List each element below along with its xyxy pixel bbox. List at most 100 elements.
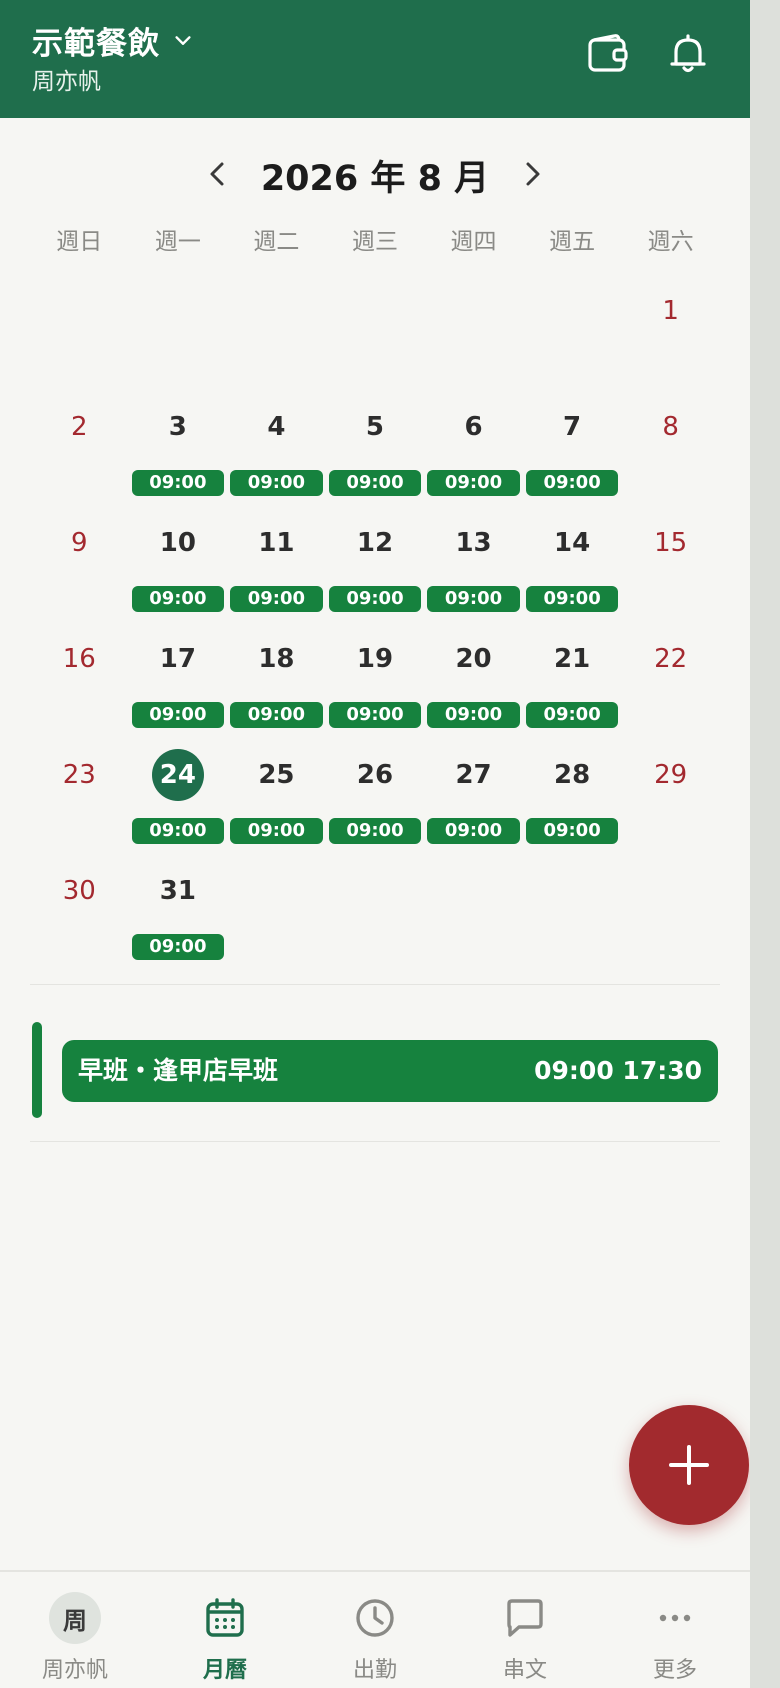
shift-chip[interactable]: 09:00 (131, 818, 225, 844)
calendar-day-cell[interactable]: 2 (30, 378, 129, 494)
day-number: 14 (554, 528, 591, 558)
calendar-day-cell[interactable]: 6 09:00 (424, 378, 523, 496)
calendar-empty-cell (523, 262, 622, 378)
add-button[interactable] (629, 1405, 749, 1525)
shift-chip[interactable]: 09:00 (328, 818, 422, 844)
day-number: 1 (662, 296, 679, 326)
calendar-day-cell[interactable]: 16 (30, 610, 129, 726)
day-number: 17 (159, 644, 196, 674)
calendar-day-cell[interactable]: 20 09:00 (424, 610, 523, 728)
calendar-day-cell[interactable]: 10 09:00 (129, 494, 228, 612)
day-number: 6 (464, 412, 483, 442)
day-number: 21 (554, 644, 591, 674)
shift-name: 早班・逢甲店早班 (78, 1056, 279, 1085)
day-number: 20 (455, 644, 492, 674)
day-number: 5 (365, 412, 385, 442)
calendar-day-cell[interactable]: 27 09:00 (424, 726, 523, 844)
tab-label: 出勤 (352, 1658, 397, 1683)
shift-chip[interactable]: 09:00 (131, 934, 225, 960)
calendar-day-cell[interactable]: 26 09:00 (326, 726, 425, 844)
shift-chip[interactable]: 09:00 (230, 818, 323, 844)
calendar-empty-cell (621, 842, 720, 958)
calendar-day-cell[interactable]: 11 09:00 (227, 494, 326, 612)
calendar-day-cell[interactable]: 5 09:00 (326, 378, 425, 496)
calendar-day-cell[interactable]: 13 09:00 (424, 494, 523, 612)
calendar-empty-cell (227, 262, 326, 378)
tab-attendance[interactable]: 出勤 (300, 1572, 450, 1688)
calendar-empty-cell (129, 262, 228, 378)
shift-chip[interactable]: 09:00 (525, 702, 619, 728)
day-number: 26 (356, 760, 394, 790)
day-number: 11 (258, 528, 295, 558)
calendar-grid: 1 2 3 09:00 4 09:00 5 09:00 6 09:00 7 09:00 8 9 10 09:0… (30, 262, 720, 960)
shift-chip[interactable]: 09:00 (230, 470, 323, 496)
calendar-day-cell[interactable]: 19 09:00 (326, 610, 425, 728)
shift-chip[interactable]: 09:00 (328, 470, 422, 496)
calendar-day-cell[interactable]: 4 09:00 (227, 378, 326, 496)
calendar-day-cell[interactable]: 3 09:00 (129, 378, 228, 496)
weekday-label: 週一 (154, 229, 201, 255)
day-number: 25 (258, 760, 295, 790)
bottom-nav: 周 周亦帆 月曆 出勤 串文 更多 (0, 1570, 750, 1688)
calendar-day-cell[interactable]: 9 (30, 494, 129, 610)
shift-chip[interactable]: 09:00 (427, 702, 520, 728)
user-name: 周亦帆 (32, 69, 101, 95)
calendar-day-cell[interactable]: 1 (621, 262, 720, 378)
calendar-empty-cell (326, 842, 425, 958)
shift-chip[interactable]: 09:00 (427, 470, 520, 496)
chat-icon (499, 1592, 551, 1644)
calendar-day-cell[interactable]: 23 (30, 726, 129, 842)
calendar-day-cell[interactable]: 25 09:00 (227, 726, 326, 844)
shift-chip[interactable]: 09:00 (427, 818, 520, 844)
shift-chip[interactable]: 09:00 (328, 702, 422, 728)
tab-calendar[interactable]: 月曆 (150, 1572, 300, 1688)
shift-chip[interactable]: 09:00 (328, 586, 422, 612)
bell-icon[interactable] (664, 30, 712, 78)
org-switcher[interactable]: 示範餐飲 (32, 18, 194, 63)
day-number: 27 (455, 760, 492, 790)
clock-icon (349, 1592, 401, 1644)
calendar-day-cell[interactable]: 8 (621, 378, 720, 494)
calendar-day-cell[interactable]: 24 09:00 (129, 726, 228, 844)
day-number: 12 (356, 528, 394, 558)
tab-posts[interactable]: 串文 (450, 1572, 600, 1688)
calendar-day-cell[interactable]: 7 09:00 (523, 378, 622, 496)
shift-chip[interactable]: 09:00 (230, 702, 323, 728)
calendar-day-cell[interactable]: 18 09:00 (227, 610, 326, 728)
shift-chip[interactable]: 09:00 (525, 586, 619, 612)
day-number: 18 (258, 644, 295, 674)
wallet-icon[interactable] (584, 30, 632, 78)
weekday-label: 週三 (351, 229, 398, 255)
calendar-day-cell[interactable]: 15 (621, 494, 720, 610)
calendar-day-cell[interactable]: 14 09:00 (523, 494, 622, 612)
calendar-day-cell[interactable]: 28 09:00 (523, 726, 622, 844)
chevron-down-icon (172, 30, 194, 52)
calendar-day-cell[interactable]: 21 09:00 (523, 610, 622, 728)
shift-chip[interactable]: 09:00 (525, 470, 619, 496)
calendar-day-cell[interactable]: 22 (621, 610, 720, 726)
calendar-day-cell[interactable]: 30 (30, 842, 129, 958)
shift-chip[interactable]: 09:00 (525, 818, 619, 844)
day-number: 16 (62, 644, 96, 674)
calendar-day-cell[interactable]: 12 09:00 (326, 494, 425, 612)
day-number: 7 (563, 412, 582, 442)
app-screen: 示範餐飲 周亦帆 2026 年 8 月 週日 週一 週二 週三 週四 週五 週六… (0, 0, 750, 1688)
shift-chip[interactable]: 09:00 (131, 586, 225, 612)
weekday-label: 週二 (253, 229, 300, 255)
shift-chip[interactable]: 09:00 (131, 702, 225, 728)
shift-chip[interactable]: 09:00 (427, 586, 520, 612)
org-name: 示範餐飲 (32, 26, 160, 62)
day-number: 28 (554, 760, 591, 790)
calendar-day-cell[interactable]: 31 09:00 (129, 842, 228, 960)
next-month-button[interactable] (510, 152, 554, 196)
shift-card[interactable]: 早班・逢甲店早班 09:00 17:30 (62, 1040, 718, 1102)
day-number: 10 (159, 528, 196, 558)
calendar-day-cell[interactable]: 17 09:00 (129, 610, 228, 728)
shift-chip[interactable]: 09:00 (131, 470, 225, 496)
tab-more[interactable]: 更多 (600, 1572, 750, 1688)
avatar: 周 (49, 1592, 101, 1644)
tab-profile[interactable]: 周 周亦帆 (0, 1572, 150, 1688)
calendar-day-cell[interactable]: 29 (621, 726, 720, 842)
shift-chip[interactable]: 09:00 (230, 586, 323, 612)
calendar-empty-cell (326, 262, 425, 378)
